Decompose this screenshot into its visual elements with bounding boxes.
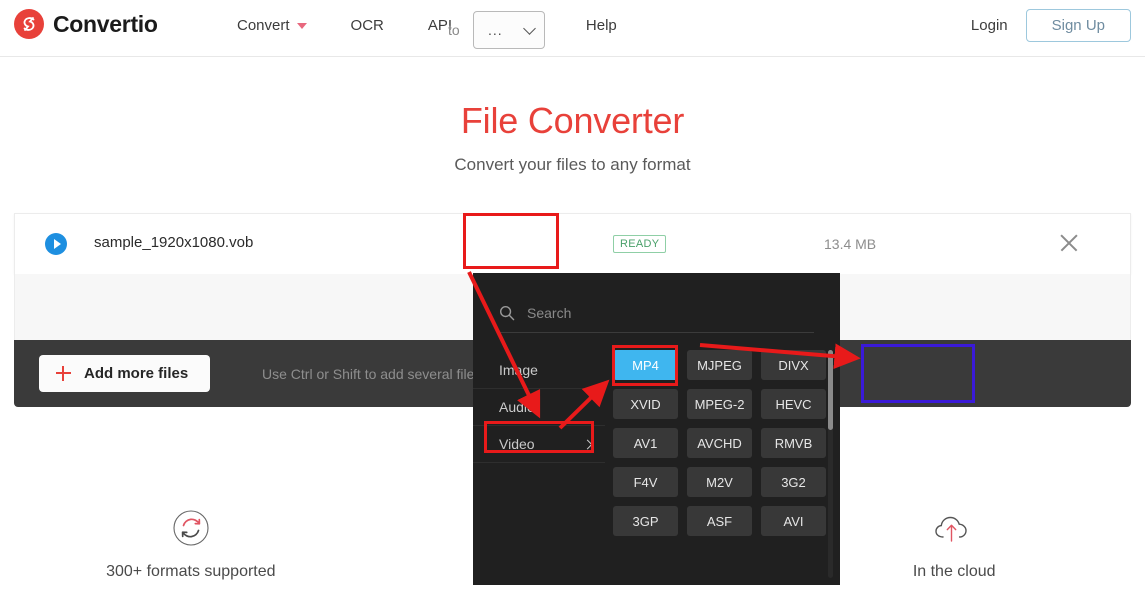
nav-item-ocr[interactable]: OCR bbox=[329, 13, 406, 38]
refresh-circle-icon bbox=[0, 505, 382, 551]
format-option-mpeg2[interactable]: MPEG-2 bbox=[687, 389, 752, 419]
format-option-divx[interactable]: DIVX bbox=[761, 350, 826, 380]
format-option-3gp[interactable]: 3GP bbox=[613, 506, 678, 536]
category-item-image[interactable]: Image bbox=[473, 352, 605, 389]
to-label: to bbox=[448, 22, 460, 38]
category-label-image: Image bbox=[499, 362, 538, 378]
format-option-mp4[interactable]: MP4 bbox=[613, 350, 678, 380]
brand-logo[interactable]: Convertio bbox=[14, 9, 158, 39]
page-subtitle: Convert your files to any format bbox=[454, 155, 691, 174]
format-select-value: ... bbox=[488, 22, 503, 38]
format-search-row bbox=[499, 293, 814, 333]
feature-formats: 300+ formats supported bbox=[0, 505, 382, 581]
chevron-right-icon bbox=[582, 439, 593, 449]
format-option-mjpeg[interactable]: MJPEG bbox=[687, 350, 752, 380]
format-option-rmvb[interactable]: RMVB bbox=[761, 428, 826, 458]
category-item-video[interactable]: Video bbox=[473, 426, 605, 463]
login-link[interactable]: Login bbox=[971, 17, 1008, 34]
site-header: Convertio Convert OCR API Pricing Help L… bbox=[0, 0, 1145, 57]
remove-file-icon[interactable] bbox=[1058, 232, 1080, 254]
add-more-files-label: Add more files bbox=[84, 365, 189, 382]
format-option-av1[interactable]: AV1 bbox=[613, 428, 678, 458]
format-option-3g2[interactable]: 3G2 bbox=[761, 467, 826, 497]
nav-label-convert: Convert bbox=[237, 17, 290, 34]
main-nav: Convert OCR API Pricing Help bbox=[215, 13, 639, 38]
multiselect-hint: Use Ctrl or Shift to add several files a bbox=[262, 366, 494, 382]
format-grid-scrollbar-thumb[interactable] bbox=[828, 350, 833, 430]
format-option-avi[interactable]: AVI bbox=[761, 506, 826, 536]
chevron-down-icon bbox=[523, 21, 536, 35]
search-input[interactable] bbox=[527, 304, 787, 321]
category-label-audio: Audio bbox=[499, 399, 535, 415]
auth-area: Login Sign Up bbox=[971, 9, 1131, 42]
brand-name: Convertio bbox=[53, 10, 158, 37]
search-icon bbox=[499, 305, 515, 321]
format-option-m2v[interactable]: M2V bbox=[687, 467, 752, 497]
plus-icon bbox=[56, 366, 71, 381]
feature-formats-label: 300+ formats supported bbox=[106, 563, 276, 580]
status-badge: READY bbox=[613, 235, 667, 253]
format-select-dropdown[interactable]: ... bbox=[473, 11, 545, 49]
signup-button[interactable]: Sign Up bbox=[1025, 9, 1131, 42]
category-label-video: Video bbox=[499, 436, 535, 452]
format-option-f4v[interactable]: F4V bbox=[613, 467, 678, 497]
category-item-audio[interactable]: Audio bbox=[473, 389, 605, 426]
convertio-logo-icon bbox=[14, 9, 44, 39]
file-size: 13.4 MB bbox=[824, 236, 877, 252]
format-dropdown-panel: Image Audio Video MP4 MJPEG DIVX XVID MP… bbox=[473, 273, 840, 585]
format-grid: MP4 MJPEG DIVX XVID MPEG-2 HEVC AV1 AVCH… bbox=[613, 350, 826, 536]
nav-label-help: Help bbox=[585, 17, 617, 34]
video-file-icon bbox=[45, 233, 67, 255]
page-root: Convertio Convert OCR API Pricing Help L… bbox=[0, 0, 1145, 595]
file-name: sample_1920x1080.vob bbox=[94, 234, 254, 251]
hero-section: File Converter Convert your files to any… bbox=[0, 100, 1145, 175]
add-more-files-button[interactable]: Add more files bbox=[39, 355, 211, 392]
format-option-xvid[interactable]: XVID bbox=[613, 389, 678, 419]
format-option-asf[interactable]: ASF bbox=[687, 506, 752, 536]
file-row: sample_1920x1080.vob bbox=[14, 213, 1131, 274]
format-category-list: Image Audio Video bbox=[473, 352, 605, 463]
format-option-avchd[interactable]: AVCHD bbox=[687, 428, 752, 458]
page-title: File Converter bbox=[460, 100, 685, 141]
format-option-hevc[interactable]: HEVC bbox=[761, 389, 826, 419]
nav-item-help[interactable]: Help bbox=[564, 13, 639, 38]
chevron-down-icon bbox=[296, 22, 307, 29]
nav-item-convert[interactable]: Convert bbox=[215, 13, 329, 38]
nav-item-api[interactable]: API bbox=[406, 13, 474, 38]
nav-label-ocr: OCR bbox=[350, 17, 384, 34]
